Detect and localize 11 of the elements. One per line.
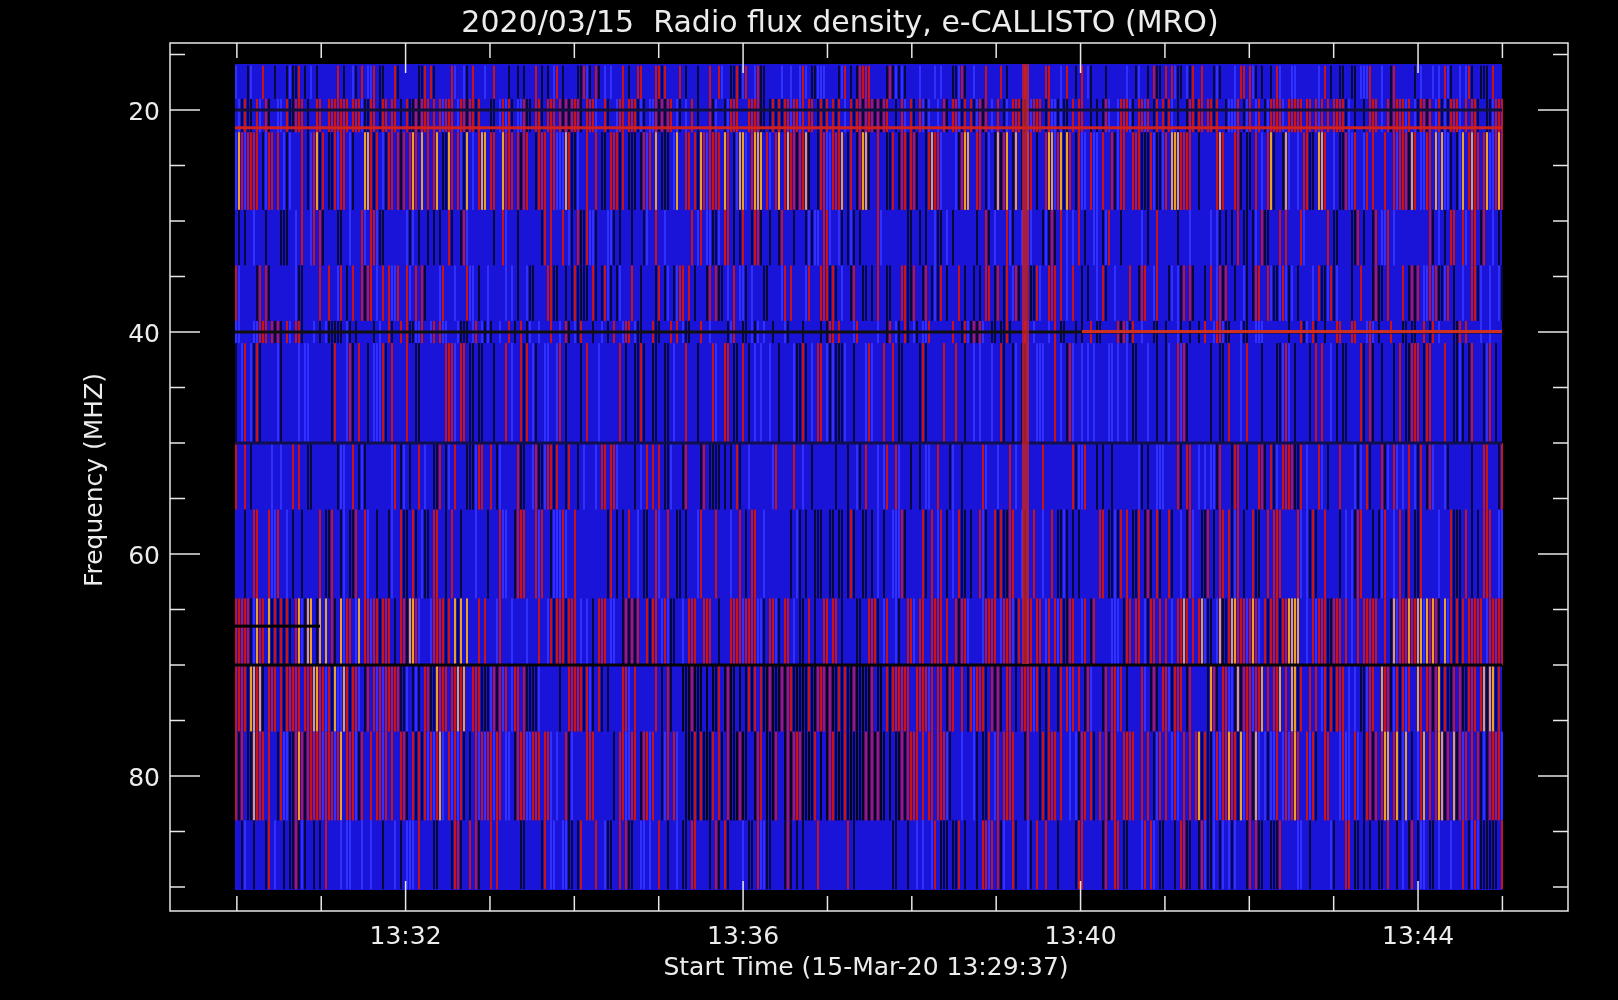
x-tick-label: 13:32 xyxy=(369,921,442,950)
y-tick-label: 80 xyxy=(128,763,160,792)
x-axis-label: Start Time (15-Mar-20 13:29:37) xyxy=(663,952,1069,981)
y-tick-label: 40 xyxy=(128,319,160,348)
chart-title: 2020/03/15 Radio flux density, e-CALLISTO (MRO) xyxy=(461,4,1219,39)
x-tick-label: 13:40 xyxy=(1044,921,1117,950)
x-tick-label: 13:44 xyxy=(1382,921,1455,950)
y-tick-label: 60 xyxy=(128,541,160,570)
x-tick-label: 13:36 xyxy=(707,921,780,950)
y-axis-label: Frequency (MHZ) xyxy=(79,372,108,588)
y-tick-label: 20 xyxy=(128,97,160,126)
